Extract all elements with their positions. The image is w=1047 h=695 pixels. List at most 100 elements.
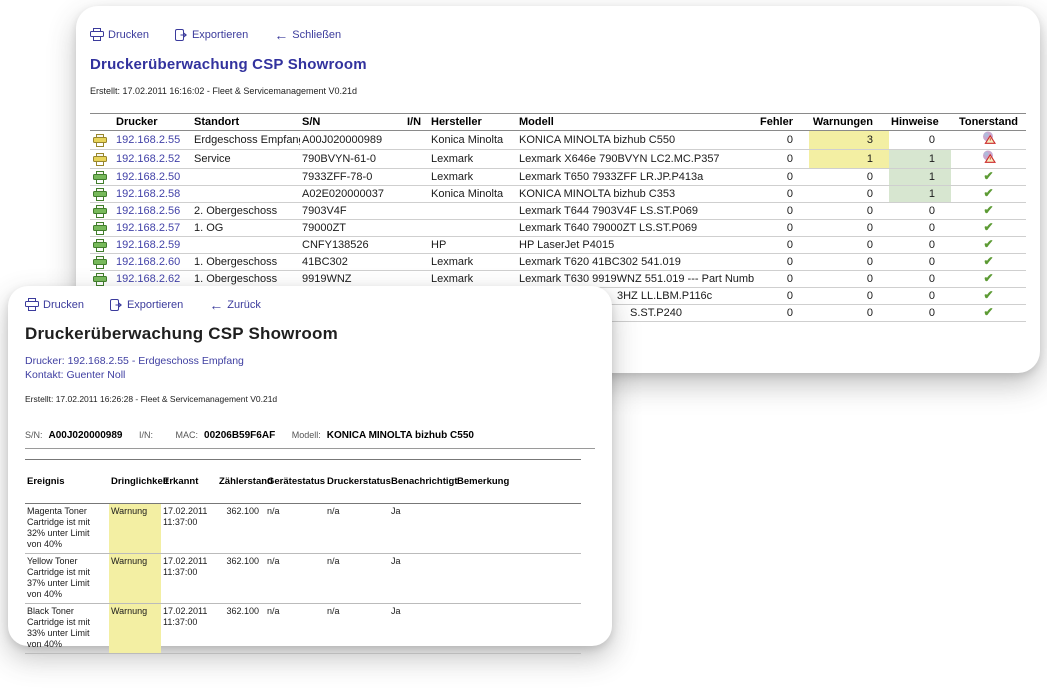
cell-drucker: 192.168.2.56: [114, 203, 192, 220]
cell-warnungen: 0: [809, 288, 889, 305]
back-button[interactable]: ← Zurück: [209, 299, 261, 311]
export-button[interactable]: Exportieren: [110, 299, 183, 311]
printer-ip-link[interactable]: 192.168.2.60: [116, 256, 180, 268]
cell-standort: Service: [192, 150, 300, 169]
cell-modell: Lexmark T620 41BC302 541.019: [517, 254, 754, 271]
cell-hinweise: 0: [889, 254, 951, 271]
mac-label: MAC:: [176, 430, 199, 440]
cell-geraetestatus: n/a: [265, 554, 325, 604]
check-icon: ✔: [983, 237, 993, 251]
cell-geraetestatus: n/a: [265, 604, 325, 654]
toner-warning-icon: [982, 150, 996, 163]
cell-zaehlerstand: 362.100: [217, 554, 265, 604]
printer-ip-link[interactable]: 192.168.2.55: [116, 134, 180, 146]
event-row: Black Toner Cartridge ist mit 33% unter …: [25, 604, 581, 654]
cell-drucker: 192.168.2.62: [114, 271, 192, 288]
cell-standort: Erdgeschoss Empfang: [192, 131, 300, 150]
cell-tonerstand: ✔: [951, 237, 1026, 254]
cell-tonerstand: ✔: [951, 203, 1026, 220]
printer-ip-link[interactable]: 192.168.2.58: [116, 188, 180, 200]
check-icon: ✔: [983, 169, 993, 183]
cell-standort: [192, 237, 300, 254]
cell-hersteller: Lexmark: [429, 254, 517, 271]
cell-modell: Lexmark T640 79000ZT LS.ST.P069: [517, 220, 754, 237]
print-button[interactable]: Drucken: [90, 28, 149, 41]
sn-label: S/N:: [25, 430, 43, 440]
cell-warnungen: 1: [809, 150, 889, 169]
cell-modell: Lexmark T644 7903V4F LS.ST.P069: [517, 203, 754, 220]
cell-hinweise: 0: [889, 288, 951, 305]
cell-hersteller: [429, 203, 517, 220]
cell-status: [90, 131, 114, 150]
cell-in: [405, 150, 429, 169]
cell-benachrichtigt: Ja: [389, 604, 455, 654]
cell-zaehlerstand: 362.100: [217, 504, 265, 554]
printer-status-icon: [93, 205, 112, 218]
col-modell: Modell: [517, 114, 754, 131]
cell-in: [405, 237, 429, 254]
cell-fehler: 0: [754, 150, 809, 169]
close-button[interactable]: ← Schließen: [274, 29, 341, 41]
cell-hinweise: 0: [889, 305, 951, 322]
close-button-label: Schließen: [292, 29, 341, 41]
printer-ip-link[interactable]: 192.168.2.56: [116, 205, 180, 217]
event-row: Yellow Toner Cartridge ist mit 37% unter…: [25, 554, 581, 604]
printer-ip-link[interactable]: 192.168.2.57: [116, 222, 180, 234]
export-button[interactable]: Exportieren: [175, 29, 248, 41]
check-icon: ✔: [983, 288, 993, 302]
printer-ip-link[interactable]: 192.168.2.50: [116, 171, 180, 183]
print-button[interactable]: Drucken: [25, 298, 84, 311]
model-label: Modell:: [292, 430, 321, 440]
cell-hinweise: 0: [889, 271, 951, 288]
cell-sn: 41BC302: [300, 254, 405, 271]
cell-hersteller: Konica Minolta: [429, 131, 517, 150]
contact-line: Kontakt: Guenter Noll: [25, 369, 612, 381]
cell-tonerstand: ✔: [951, 254, 1026, 271]
printer-row: 192.168.2.571. OG79000ZTLexmark T640 790…: [90, 220, 1026, 237]
check-icon: ✔: [983, 271, 993, 285]
cell-in: [405, 220, 429, 237]
cell-tonerstand: [951, 131, 1026, 150]
cell-tonerstand: ✔: [951, 271, 1026, 288]
print-button-label: Drucken: [43, 299, 84, 311]
cell-benachrichtigt: Ja: [389, 554, 455, 604]
cell-erkannt: 17.02.2011 11:37:00: [161, 504, 217, 554]
cell-modell: HP LaserJet P4015: [517, 237, 754, 254]
cell-status: [90, 203, 114, 220]
cell-standort: [192, 186, 300, 203]
printer-ip-link[interactable]: 192.168.2.52: [116, 153, 180, 165]
printer-row: 192.168.2.507933ZFF-78-0LexmarkLexmark T…: [90, 169, 1026, 186]
printer-ip-link[interactable]: 192.168.2.62: [116, 273, 180, 285]
arrow-left-icon: ←: [209, 300, 223, 310]
cell-sn: CNFY138526: [300, 237, 405, 254]
col-drucker: Drucker: [114, 114, 192, 131]
printer-ip-link[interactable]: 192.168.2.59: [116, 239, 180, 251]
cell-status: [90, 271, 114, 288]
check-icon: ✔: [983, 220, 993, 234]
printer-row: 192.168.2.55 Erdgeschoss EmpfangA00J02000…: [90, 131, 1026, 150]
col-benachrichtigt: Benachrichtigt: [389, 460, 455, 504]
cell-fehler: 0: [754, 186, 809, 203]
events-header-row: Ereignis Dringlichkeit Erkannt Zählersta…: [25, 460, 581, 504]
cell-benachrichtigt: Ja: [389, 504, 455, 554]
export-button-label: Exportieren: [192, 29, 248, 41]
cell-erkannt: 17.02.2011 11:37:00: [161, 604, 217, 654]
cell-sn: A00J020000989: [300, 131, 405, 150]
cell-hinweise: 0: [889, 203, 951, 220]
cell-tonerstand: ✔: [951, 305, 1026, 322]
cell-fehler: 0: [754, 288, 809, 305]
print-button-label: Drucken: [108, 29, 149, 41]
cell-sn: 790BVYN-61-0: [300, 150, 405, 169]
cell-bemerkung: [455, 604, 581, 654]
cell-sn: A02E020000037: [300, 186, 405, 203]
detail-toolbar: Drucken Exportieren ← Zurück: [25, 298, 612, 311]
cell-hersteller: [429, 220, 517, 237]
col-geraetestatus: Gerätestatus: [265, 460, 325, 504]
check-icon: ✔: [983, 254, 993, 268]
mac-value: 00206B59F6AF: [204, 430, 275, 441]
cell-standort: 1. Obergeschoss: [192, 271, 300, 288]
toner-warning-icon: [982, 131, 996, 144]
cell-standort: 1. Obergeschoss: [192, 254, 300, 271]
printer-icon: [25, 298, 39, 311]
col-zaehlerstand: Zählerstand: [217, 460, 265, 504]
